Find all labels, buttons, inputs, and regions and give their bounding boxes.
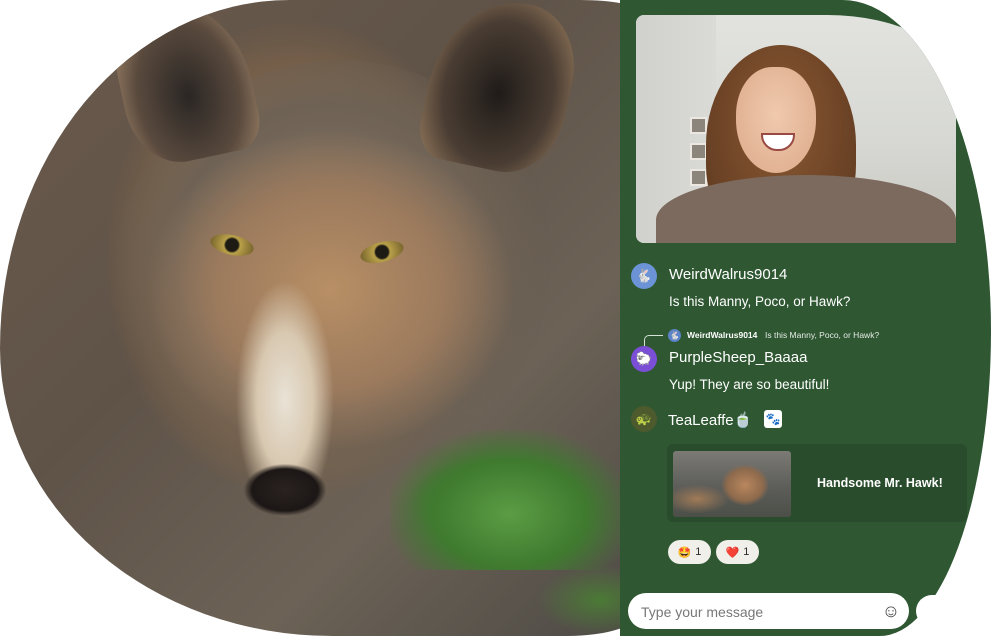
wolf-ear-left: [104, 0, 266, 172]
avatar[interactable]: 🐢: [631, 406, 657, 432]
wolf-ear-right: [413, 0, 587, 183]
host-face: [736, 67, 816, 173]
message-text: Is this Manny, Poco, or Hawk?: [669, 294, 851, 309]
avatar[interactable]: 🐑: [631, 346, 657, 372]
reaction-chip[interactable]: 🤩 1: [668, 540, 711, 564]
avatar[interactable]: 🐇: [631, 263, 657, 289]
reply-avatar: 🐇: [668, 329, 681, 342]
reaction-count: 1: [743, 546, 750, 558]
rabbit-icon: 🐇: [635, 268, 653, 283]
grass-patch: [390, 430, 630, 570]
reaction-count: 1: [695, 546, 702, 558]
smiley-icon[interactable]: ☺: [881, 601, 901, 621]
star-struck-emoji-icon: 🤩: [677, 546, 692, 559]
paw-icon: 🐾: [764, 410, 782, 428]
send-button[interactable]: [916, 595, 956, 627]
message-input-container: ☺: [628, 593, 909, 629]
rabbit-icon: 🐇: [669, 331, 680, 340]
message-username[interactable]: TeaLeaffe🍵: [668, 411, 752, 429]
wolf-thumbnail[interactable]: [673, 451, 791, 517]
message-text: Yup! They are so beautiful!: [669, 377, 830, 392]
wolf-photo: [0, 0, 640, 636]
card-caption: Handsome Mr. Hawk!: [817, 476, 943, 490]
message-username[interactable]: WeirdWalrus9014: [669, 266, 787, 283]
reply-text[interactable]: Is this Manny, Poco, or Hawk?: [765, 330, 879, 340]
turtle-icon: 🐢: [635, 411, 653, 426]
sheep-icon: 🐑: [635, 351, 653, 366]
reply-username[interactable]: WeirdWalrus9014: [687, 330, 757, 340]
heart-icon: ❤️: [725, 546, 740, 559]
username-text: TeaLeaffe: [668, 412, 734, 429]
media-card[interactable]: Handsome Mr. Hawk!: [667, 444, 967, 522]
tea-emoji: 🍵: [733, 412, 753, 429]
message-username[interactable]: PurpleSheep_Baaaa: [669, 349, 807, 366]
reaction-chip[interactable]: ❤️ 1: [716, 540, 759, 564]
host-video-feed[interactable]: [636, 15, 956, 243]
message-input[interactable]: [639, 600, 873, 624]
